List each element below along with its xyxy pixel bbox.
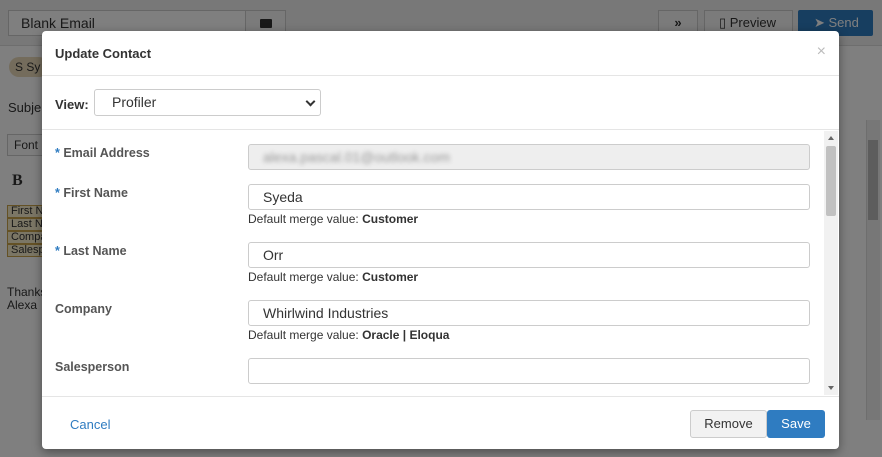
first-name-field[interactable]: Syeda	[248, 184, 810, 210]
first-name-label: * First Name	[55, 186, 128, 200]
help-value: Customer	[362, 270, 419, 284]
view-selector-row: View: Profiler	[42, 76, 839, 130]
scroll-down-arrow-icon[interactable]	[828, 386, 834, 390]
view-dropdown[interactable]: Profiler	[94, 89, 321, 116]
scroll-up-arrow-icon[interactable]	[828, 136, 834, 140]
last-name-help: Default merge value: Customer	[248, 270, 418, 284]
help-prefix: Default merge value:	[248, 212, 359, 226]
dialog-title: Update Contact	[55, 46, 152, 61]
email-address-value: alexa.pascal.01@outlook.com	[263, 149, 450, 165]
chevron-down-icon	[305, 96, 316, 107]
company-field[interactable]: Whirlwind Industries	[248, 300, 810, 326]
last-name-label: * Last Name	[55, 244, 127, 258]
dialog-scrollbar[interactable]	[824, 131, 838, 395]
cancel-button[interactable]: Cancel	[70, 417, 110, 432]
first-name-help: Default merge value: Customer	[248, 212, 418, 226]
dialog-footer: Cancel Remove Save	[42, 396, 839, 449]
email-address-label: * Email Address	[55, 146, 150, 160]
view-label: View:	[55, 97, 89, 112]
field-label-text: Email Address	[63, 146, 150, 160]
view-selected-value: Profiler	[112, 94, 157, 110]
field-label-text: Last Name	[63, 244, 127, 258]
last-name-field[interactable]: Orr	[248, 242, 810, 268]
help-value: Oracle | Eloqua	[362, 328, 450, 342]
dialog-header: Update Contact ×	[42, 31, 839, 76]
contact-form: * Email Address alexa.pascal.01@outlook.…	[42, 131, 839, 396]
help-prefix: Default merge value:	[248, 328, 359, 342]
field-label-text: First Name	[63, 186, 128, 200]
remove-button[interactable]: Remove	[690, 410, 767, 438]
help-prefix: Default merge value:	[248, 270, 359, 284]
company-help: Default merge value: Oracle | Eloqua	[248, 328, 449, 342]
email-address-field: alexa.pascal.01@outlook.com	[248, 144, 810, 170]
close-icon[interactable]: ×	[817, 43, 826, 61]
company-label: Company	[55, 302, 112, 316]
help-value: Customer	[362, 212, 419, 226]
save-button[interactable]: Save	[767, 410, 825, 438]
salesperson-label: Salesperson	[55, 360, 130, 374]
scrollbar-thumb[interactable]	[826, 146, 836, 216]
salesperson-field[interactable]	[248, 358, 810, 384]
update-contact-dialog: Update Contact × View: Profiler * Email …	[42, 31, 839, 449]
